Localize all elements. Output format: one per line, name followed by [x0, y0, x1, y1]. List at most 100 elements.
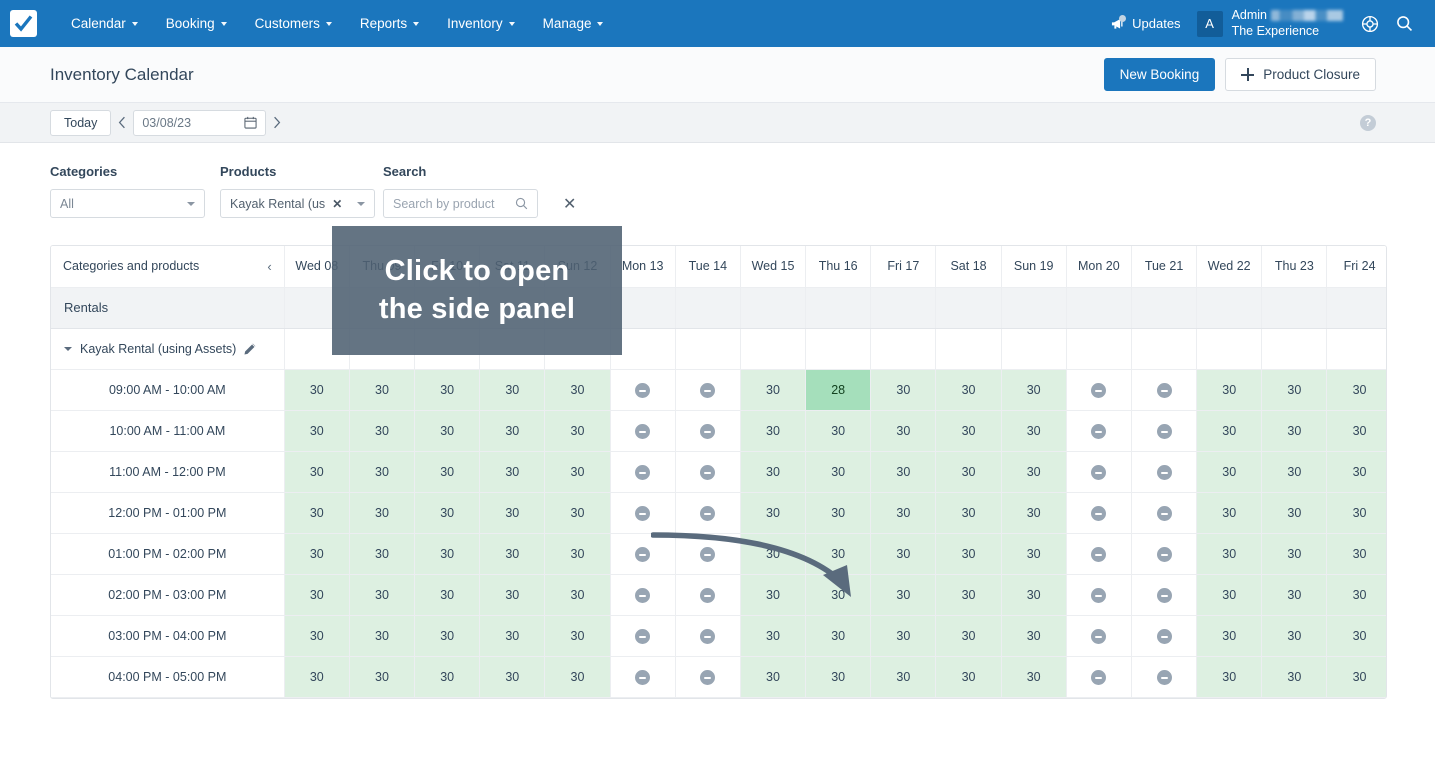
nav-item-booking[interactable]: Booking — [152, 10, 241, 37]
closed-inventory-cell[interactable] — [675, 492, 741, 534]
inventory-cell[interactable]: 30 — [1196, 656, 1263, 698]
previous-date-button[interactable] — [111, 111, 133, 135]
scroll-left-button[interactable]: ‹ — [267, 259, 271, 274]
inventory-cell[interactable]: 30 — [414, 410, 481, 452]
inventory-cell[interactable]: 30 — [740, 656, 807, 698]
inventory-cell[interactable]: 30 — [479, 615, 546, 657]
inventory-cell[interactable]: 30 — [740, 451, 807, 493]
inventory-cell[interactable]: 30 — [935, 492, 1002, 534]
inventory-cell[interactable]: 30 — [870, 656, 937, 698]
inventory-cell[interactable]: 30 — [805, 574, 872, 616]
closed-inventory-cell[interactable] — [1066, 656, 1132, 698]
inventory-cell[interactable]: 30 — [479, 533, 546, 575]
inventory-cell[interactable]: 30 — [349, 656, 416, 698]
inventory-cell[interactable]: 30 — [935, 656, 1002, 698]
products-clear-icon[interactable]: ✕ — [332, 198, 342, 210]
inventory-cell[interactable]: 30 — [805, 451, 872, 493]
inventory-cell[interactable]: 30 — [1326, 492, 1386, 534]
inventory-cell[interactable]: 30 — [349, 492, 416, 534]
closed-inventory-cell[interactable] — [1066, 369, 1132, 411]
avatar[interactable]: A — [1196, 10, 1223, 37]
inventory-cell[interactable]: 30 — [349, 533, 416, 575]
inventory-cell-selected[interactable]: 28 — [805, 369, 872, 411]
chevron-down-icon[interactable] — [64, 346, 72, 351]
day-header-15[interactable]: Thu 23 — [1261, 246, 1328, 288]
products-select[interactable]: Kayak Rental (us ✕ — [220, 189, 375, 218]
inventory-cell[interactable]: 30 — [414, 574, 481, 616]
inventory-cell[interactable]: 30 — [1196, 574, 1263, 616]
inventory-cell[interactable]: 30 — [870, 533, 937, 575]
closed-inventory-cell[interactable] — [1066, 615, 1132, 657]
inventory-cell[interactable]: 30 — [1001, 410, 1067, 452]
inventory-cell[interactable]: 30 — [1001, 656, 1067, 698]
next-date-button[interactable] — [266, 111, 288, 135]
inventory-cell[interactable]: 30 — [479, 451, 546, 493]
day-header-9[interactable]: Fri 17 — [870, 246, 937, 288]
inventory-cell[interactable]: 30 — [740, 533, 807, 575]
day-header-6[interactable]: Tue 14 — [675, 246, 741, 288]
closed-inventory-cell[interactable] — [1131, 574, 1198, 616]
inventory-cell[interactable]: 30 — [870, 410, 937, 452]
inventory-cell[interactable]: 30 — [414, 369, 481, 411]
closed-inventory-cell[interactable] — [610, 574, 676, 616]
day-header-14[interactable]: Wed 22 — [1196, 246, 1263, 288]
day-header-0[interactable]: Wed 08 — [284, 246, 350, 288]
inventory-cell[interactable]: 30 — [349, 369, 416, 411]
inventory-cell[interactable]: 30 — [740, 492, 807, 534]
closed-inventory-cell[interactable] — [675, 656, 741, 698]
inventory-cell[interactable]: 30 — [1326, 574, 1386, 616]
day-header-16[interactable]: Fri 24 — [1326, 246, 1386, 288]
inventory-cell[interactable]: 30 — [284, 615, 350, 657]
inventory-cell[interactable]: 30 — [544, 533, 611, 575]
help-tooltip-button[interactable]: ? — [1360, 114, 1376, 131]
day-header-2[interactable]: Fri 10 — [414, 246, 481, 288]
inventory-cell[interactable]: 30 — [414, 451, 481, 493]
inventory-cell[interactable]: 30 — [1261, 656, 1328, 698]
closed-inventory-cell[interactable] — [675, 533, 741, 575]
inventory-cell[interactable]: 30 — [935, 369, 1002, 411]
inventory-cell[interactable]: 30 — [740, 410, 807, 452]
inventory-cell[interactable]: 30 — [1261, 451, 1328, 493]
inventory-cell[interactable]: 30 — [1001, 451, 1067, 493]
inventory-cell[interactable]: 30 — [414, 533, 481, 575]
inventory-cell[interactable]: 30 — [479, 574, 546, 616]
inventory-cell[interactable]: 30 — [1261, 533, 1328, 575]
inventory-cell[interactable]: 30 — [870, 451, 937, 493]
closed-inventory-cell[interactable] — [1131, 369, 1198, 411]
closed-inventory-cell[interactable] — [1066, 574, 1132, 616]
inventory-cell[interactable]: 30 — [349, 574, 416, 616]
nav-item-calendar[interactable]: Calendar — [57, 10, 152, 37]
inventory-cell[interactable]: 30 — [805, 410, 872, 452]
inventory-cell[interactable]: 30 — [544, 615, 611, 657]
inventory-cell[interactable]: 30 — [479, 410, 546, 452]
app-logo[interactable] — [10, 10, 37, 37]
closed-inventory-cell[interactable] — [1131, 615, 1198, 657]
day-header-1[interactable]: Thu 09 — [349, 246, 416, 288]
inventory-cell[interactable]: 30 — [805, 533, 872, 575]
closed-inventory-cell[interactable] — [1131, 410, 1198, 452]
inventory-cell[interactable]: 30 — [1261, 492, 1328, 534]
search-input[interactable]: Search by product — [383, 189, 538, 218]
closed-inventory-cell[interactable] — [610, 492, 676, 534]
closed-inventory-cell[interactable] — [1066, 492, 1132, 534]
inventory-cell[interactable]: 30 — [740, 369, 807, 411]
inventory-cell[interactable]: 30 — [1326, 369, 1386, 411]
inventory-cell[interactable]: 30 — [935, 451, 1002, 493]
pencil-icon[interactable] — [244, 342, 257, 355]
inventory-cell[interactable]: 30 — [414, 492, 481, 534]
inventory-cell[interactable]: 30 — [870, 574, 937, 616]
inventory-cell[interactable]: 30 — [1261, 615, 1328, 657]
inventory-cell[interactable]: 30 — [1326, 533, 1386, 575]
inventory-cell[interactable]: 30 — [805, 656, 872, 698]
updates-button[interactable]: Updates — [1111, 15, 1196, 31]
closed-inventory-cell[interactable] — [1131, 492, 1198, 534]
date-input[interactable]: 03/08/23 — [133, 109, 267, 136]
closed-inventory-cell[interactable] — [610, 369, 676, 411]
closed-inventory-cell[interactable] — [675, 574, 741, 616]
nav-item-customers[interactable]: Customers — [241, 10, 346, 37]
inventory-cell[interactable]: 30 — [740, 615, 807, 657]
inventory-cell[interactable]: 30 — [284, 492, 350, 534]
inventory-cell[interactable]: 30 — [1261, 369, 1328, 411]
inventory-cell[interactable]: 30 — [1261, 410, 1328, 452]
closed-inventory-cell[interactable] — [1066, 410, 1132, 452]
